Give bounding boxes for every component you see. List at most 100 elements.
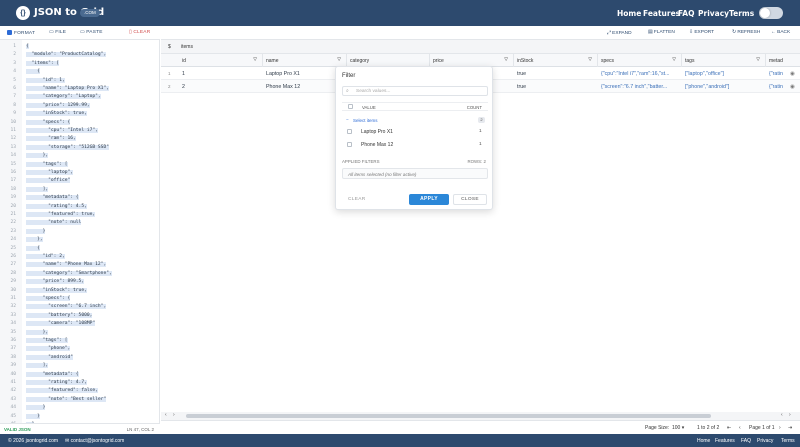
nav-features[interactable]: Features — [643, 9, 680, 18]
back-button[interactable]: ← BACK — [771, 30, 790, 35]
col-divider[interactable] — [765, 54, 766, 67]
first-page-icon[interactable]: ⇤ — [727, 425, 731, 431]
logo-icon[interactable]: {} — [16, 6, 30, 20]
code-line[interactable]: 21 "featured": true, — [0, 211, 159, 219]
scroll-thumb[interactable] — [186, 414, 711, 418]
refresh-button[interactable]: ↻ REFRESH — [732, 30, 760, 35]
expand-button[interactable]: ⤢ EXPAND — [607, 30, 632, 36]
code-line[interactable]: 35 }, — [0, 329, 159, 337]
col-header-price[interactable]: price — [433, 58, 444, 64]
nav-home[interactable]: Home — [617, 9, 641, 18]
code-line[interactable]: 31 "specs": { — [0, 295, 159, 303]
code-line[interactable]: 20 "rating": 4.5, — [0, 203, 159, 211]
code-line[interactable]: 25 { — [0, 245, 159, 253]
code-line[interactable]: 8 "price": 1299.99, — [0, 102, 159, 110]
filter-icon[interactable]: ⛛ — [253, 57, 257, 63]
code-line[interactable]: 26 "id": 2, — [0, 253, 159, 261]
email-link[interactable]: ✉ contact@jsontogrid.com — [65, 438, 124, 444]
code-line[interactable]: 41 "rating": 4.7, — [0, 379, 159, 387]
filter-clear-button[interactable]: CLEAR — [348, 197, 366, 202]
last-page-icon[interactable]: ⇥ — [788, 425, 792, 431]
col-divider[interactable] — [597, 54, 598, 67]
item-checkbox[interactable] — [347, 129, 352, 134]
col-header-category[interactable]: category — [350, 58, 369, 64]
code-line[interactable]: 44 } — [0, 404, 159, 412]
col-divider[interactable] — [262, 54, 263, 67]
filter-icon[interactable]: ⛛ — [672, 57, 676, 63]
export-button[interactable]: ⇩ EXPORT — [689, 30, 714, 35]
col-header-instock[interactable]: inStock — [517, 58, 533, 64]
code-line[interactable]: 39 ], — [0, 362, 159, 370]
code-line[interactable]: 18 ], — [0, 186, 159, 194]
filter-icon[interactable]: ⛛ — [337, 57, 341, 63]
code-line[interactable]: 24 }, — [0, 236, 159, 244]
page-size-select[interactable]: 100 ▾ — [672, 425, 684, 431]
cell-id[interactable]: 2 — [182, 84, 185, 90]
cell-instock[interactable]: true — [517, 71, 526, 77]
json-editor[interactable]: 1{2 "module": "ProductCatalog", 3 "items"… — [0, 40, 160, 423]
code-line[interactable]: 27 "name": "Phone Max 12", — [0, 261, 159, 269]
paste-button[interactable]: ▭ PASTE — [80, 30, 103, 35]
footer-features[interactable]: Features — [715, 438, 735, 444]
file-button[interactable]: ▭ FILE — [49, 30, 66, 35]
footer-privacy[interactable]: Privacy — [757, 438, 773, 444]
nav-privacy[interactable]: Privacy — [698, 9, 729, 18]
breadcrumb-root[interactable]: $ — [168, 44, 171, 50]
cell-metadata[interactable]: {"ratin — [769, 71, 788, 77]
code-line[interactable]: 15 "tags": [ — [0, 161, 159, 169]
horizontal-scrollbar[interactable]: ‹ › ‹ › — [161, 412, 800, 420]
col-header-name[interactable]: name — [266, 58, 279, 64]
footer-home[interactable]: Home — [697, 438, 710, 444]
code-line[interactable]: 29 "price": 899.5, — [0, 278, 159, 286]
code-line[interactable]: 37 "phone", — [0, 345, 159, 353]
code-line[interactable]: 1{ — [0, 43, 159, 51]
footer-terms[interactable]: Terms — [781, 438, 795, 444]
code-line[interactable]: 10 "specs": { — [0, 119, 159, 127]
code-line[interactable]: 30 "inStock": true, — [0, 287, 159, 295]
cell-specs[interactable]: {"screen":"6.7 inch","batter... — [601, 84, 679, 90]
filter-icon[interactable]: ⛛ — [588, 57, 592, 63]
eye-icon[interactable]: ◉ — [790, 71, 795, 77]
code-line[interactable]: 34 "camera": "108MP" — [0, 320, 159, 328]
cell-metadata[interactable]: {"ratin — [769, 84, 788, 90]
cell-specs[interactable]: {"cpu":"Intel i7","ram":16,"st... — [601, 71, 679, 77]
select-all-checkbox[interactable] — [348, 104, 353, 109]
filter-icon[interactable]: ⛛ — [504, 57, 508, 63]
code-line[interactable]: 12 "ram": 16, — [0, 135, 159, 143]
filter-icon[interactable]: ⛛ — [756, 57, 760, 63]
code-line[interactable]: 36 "tags": [ — [0, 337, 159, 345]
next-page-icon[interactable]: › — [779, 425, 781, 431]
col-header-tags[interactable]: tags — [685, 58, 694, 64]
code-line[interactable]: 19 "metadata": { — [0, 194, 159, 202]
code-line[interactable]: 38 "android" — [0, 354, 159, 362]
cell-tags[interactable]: ["phone","android"] — [685, 84, 763, 90]
eye-icon[interactable]: ◉ — [790, 84, 795, 90]
code-line[interactable]: 13 "storage": "512GB SSD" — [0, 144, 159, 152]
code-line[interactable]: 16 "laptop", — [0, 169, 159, 177]
format-button[interactable]: FORMAT — [7, 30, 35, 36]
code-line[interactable]: 43 "note": "Best seller" — [0, 396, 159, 404]
filter-item-label[interactable]: Phone Max 12 — [361, 142, 393, 148]
scroll-right-icon[interactable]: › — [789, 412, 791, 418]
col-divider[interactable] — [513, 54, 514, 67]
code-line[interactable]: 40 "metadata": { — [0, 371, 159, 379]
code-line[interactable]: 3 "items": [ — [0, 60, 159, 68]
scroll-left-icon[interactable]: ‹ — [165, 412, 167, 418]
scroll-right-icon[interactable]: › — [173, 412, 175, 418]
filter-item-label[interactable]: Laptop Pro X1 — [361, 129, 393, 135]
nav-terms[interactable]: Terms — [729, 9, 754, 18]
code-line[interactable]: 5 "id": 1, — [0, 77, 159, 85]
col-header-metadata[interactable]: metad — [769, 58, 783, 64]
code-line[interactable]: 11 "cpu": "Intel i7", — [0, 127, 159, 135]
cell-id[interactable]: 1 — [182, 71, 185, 77]
footer-faq[interactable]: FAQ — [741, 438, 751, 444]
filter-search-input[interactable]: ⌕ Search values... — [342, 86, 488, 96]
code-line[interactable]: 4 { — [0, 68, 159, 76]
code-line[interactable]: 45 } — [0, 413, 159, 421]
nav-faq[interactable]: FAQ — [678, 9, 694, 18]
cell-name[interactable]: Phone Max 12 — [266, 84, 336, 90]
code-line[interactable]: 32 "screen": "6.7 inch", — [0, 303, 159, 311]
code-line[interactable]: 42 "featured": false, — [0, 387, 159, 395]
scroll-left-icon[interactable]: ‹ — [781, 412, 783, 418]
col-divider[interactable] — [681, 54, 682, 67]
